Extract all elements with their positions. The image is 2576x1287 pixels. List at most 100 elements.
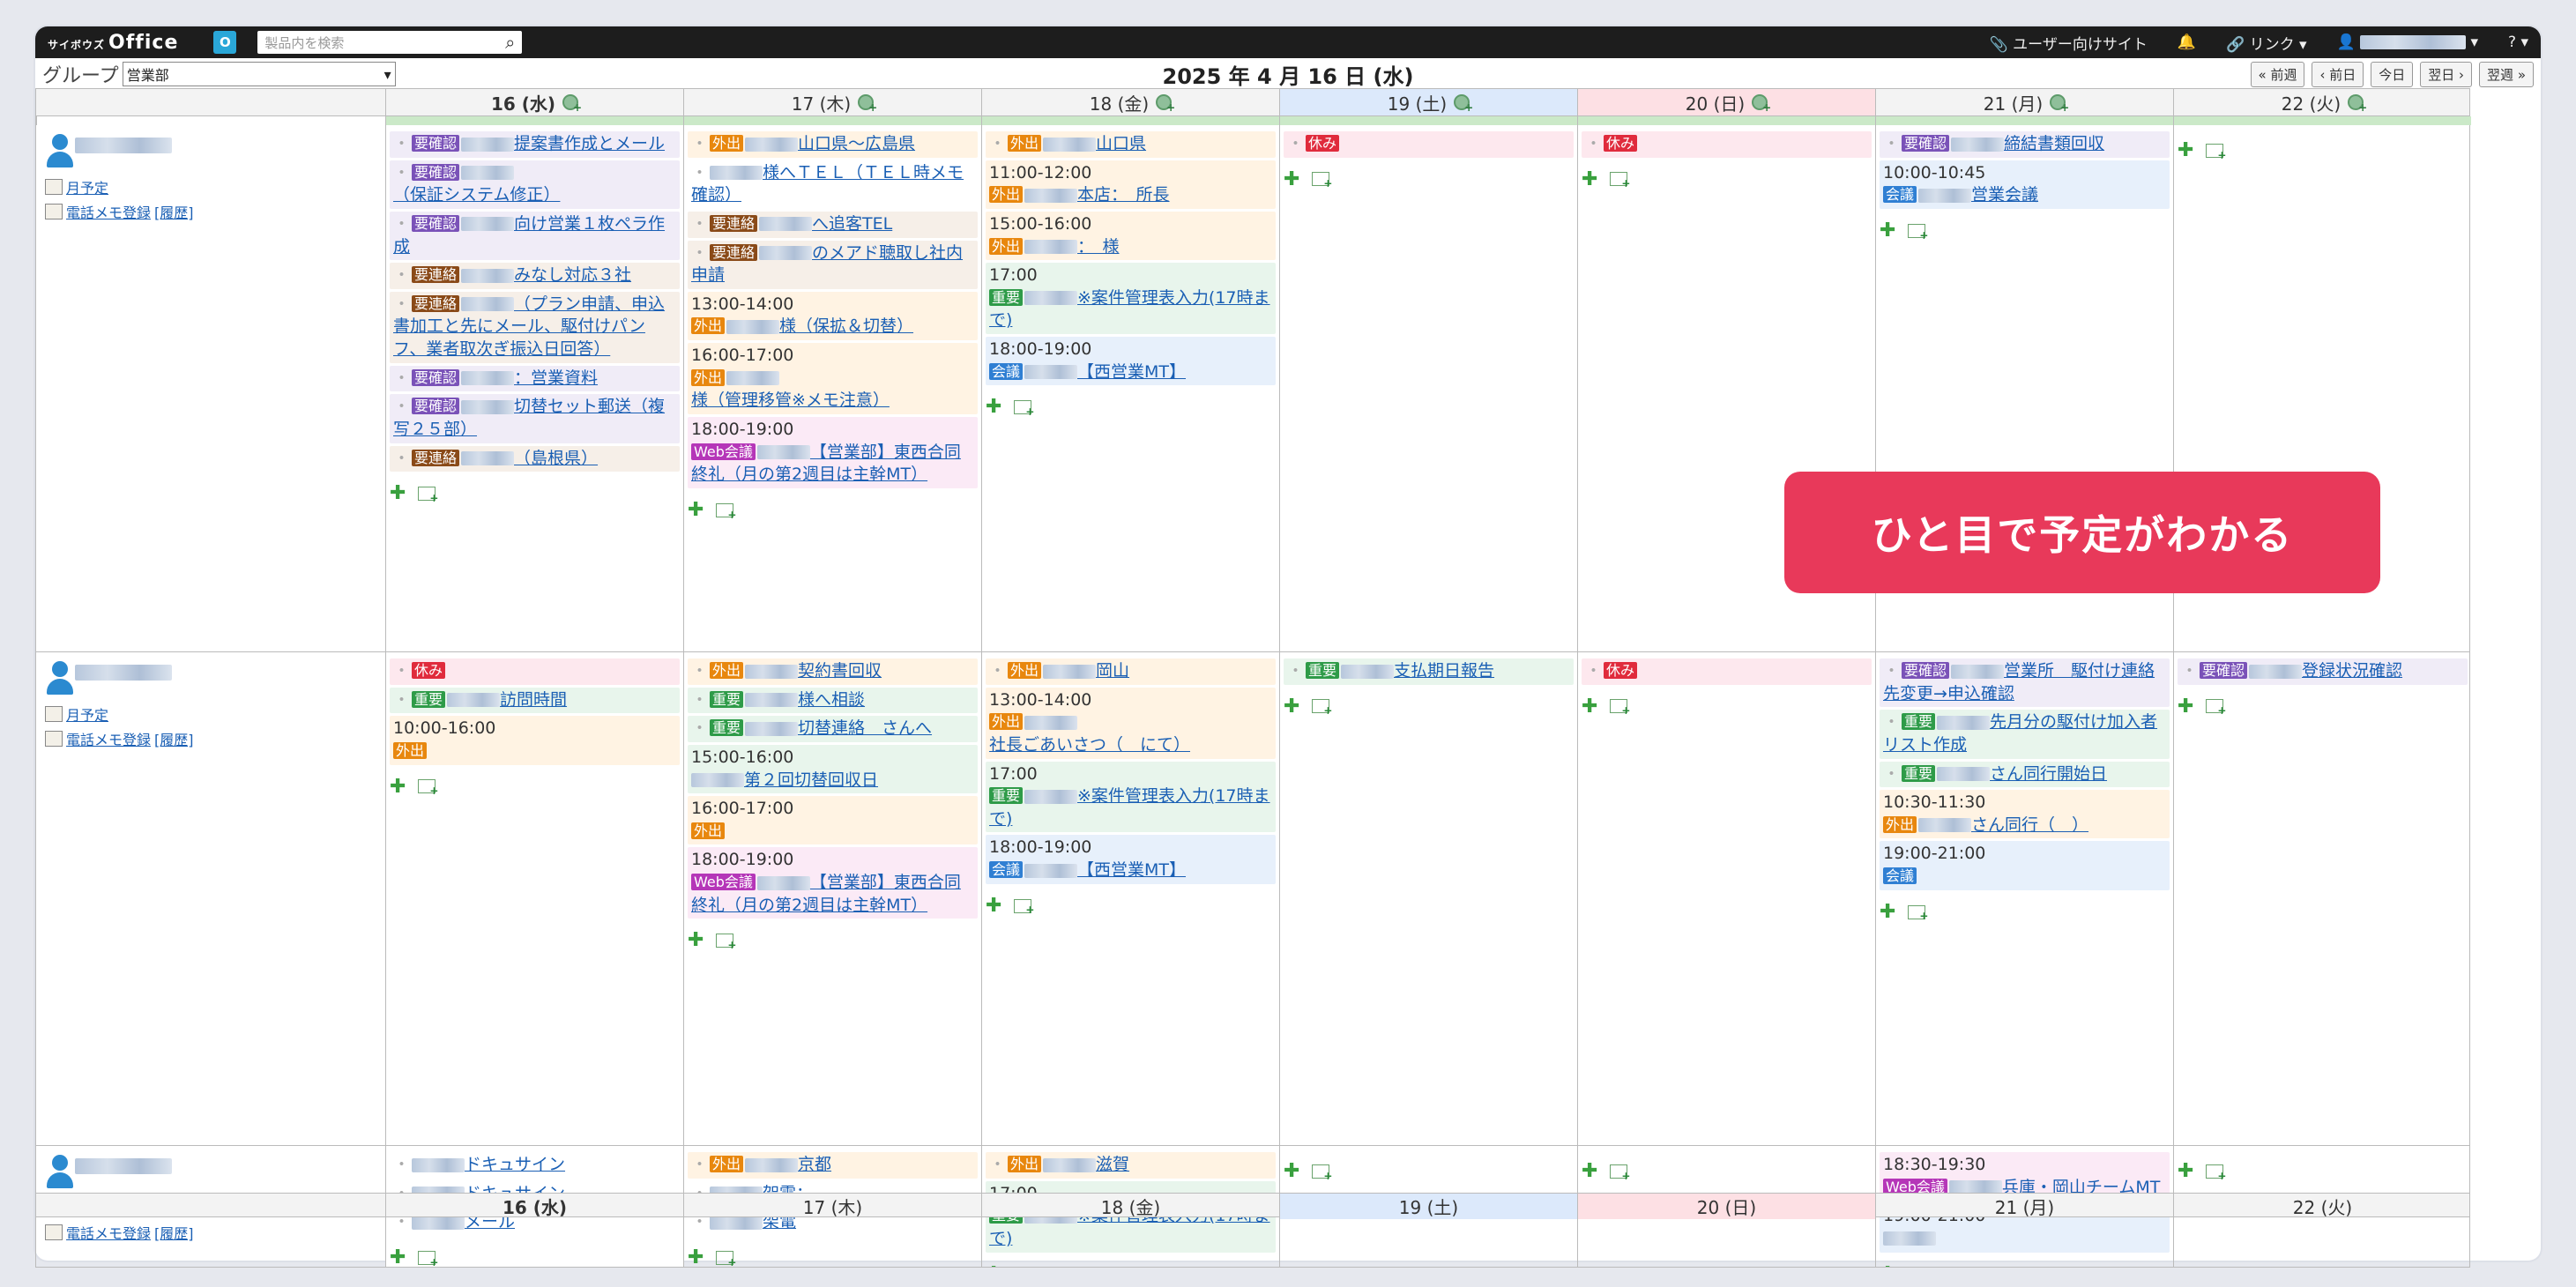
day-header-2[interactable]: 18 (金)	[981, 89, 1279, 115]
app-menu-icon[interactable]: O	[213, 31, 237, 54]
add-schedule-icon[interactable]: ✚	[390, 480, 406, 507]
add-repeat-icon[interactable]	[1312, 699, 1332, 718]
add-schedule-icon[interactable]: ✚	[986, 1261, 1001, 1267]
schedule-item[interactable]: ・外出 京都	[688, 1152, 978, 1179]
event-title-link[interactable]: 切替連絡 さんへ	[798, 718, 932, 738]
add-schedule-icon[interactable]: ✚	[1582, 1158, 1597, 1185]
add-repeat-icon[interactable]	[2206, 699, 2226, 718]
schedule-item[interactable]: ・休み	[1582, 658, 1872, 685]
event-title-link[interactable]: ： 様	[1077, 237, 1120, 257]
search-input[interactable]: 製品内を検索 ⌕	[257, 31, 523, 54]
day-header-2[interactable]: 18 (金)	[981, 1194, 1279, 1219]
avatar[interactable]	[45, 1155, 75, 1190]
day-header-6[interactable]: 22 (火)	[2173, 89, 2471, 115]
phone-memo-link[interactable]: 電話メモ登録 [履歴]	[45, 201, 376, 222]
schedule-item[interactable]: ・要連絡 （プラン申請、申込書加工と先にメール、駆付けパンフ、業者取次ぎ振込日回答…	[390, 291, 680, 363]
schedule-item[interactable]: ・様へＴＥＬ（ＴＥＬ時メモ確認）	[688, 160, 978, 209]
day-header-1[interactable]: 17 (木)	[683, 1194, 981, 1219]
day-header-5[interactable]: 21 (月)	[1875, 89, 2173, 115]
add-schedule-clock-icon[interactable]	[1156, 94, 1175, 114]
event-title-link[interactable]: 京都	[798, 1155, 831, 1174]
schedule-item[interactable]: ・要確認 （保証システム修正）	[390, 160, 680, 209]
add-schedule-clock-icon[interactable]	[858, 94, 877, 114]
monthly-link[interactable]: 月予定	[45, 703, 376, 725]
day-header-4[interactable]: 20 (日)	[1577, 1194, 1875, 1219]
add-schedule-icon[interactable]: ✚	[1284, 1158, 1299, 1185]
event-title-link[interactable]: 山口県～広島県	[798, 134, 915, 153]
schedule-item[interactable]: ・休み	[390, 658, 680, 685]
history-link[interactable]: [履歴]	[154, 728, 194, 749]
event-title-link[interactable]: 締結書類回収	[2004, 134, 2104, 153]
add-schedule-icon[interactable]: ✚	[1284, 167, 1299, 193]
add-schedule-clock-icon[interactable]	[1752, 94, 1771, 114]
event-title-link[interactable]: 様（管理移管※メモ注意）	[691, 391, 890, 410]
event-title-link[interactable]: （島根県）	[514, 449, 598, 468]
user-menu[interactable]: 👤 ▾	[2337, 33, 2479, 51]
add-repeat-icon[interactable]	[1908, 223, 1928, 242]
add-repeat-icon[interactable]	[1014, 898, 1034, 918]
event-title-link[interactable]: 滋賀	[1096, 1155, 1129, 1174]
day-header-0[interactable]: 16 (水)	[385, 89, 683, 115]
event-title-link[interactable]: 様へ相談	[798, 690, 865, 710]
schedule-item[interactable]: ・外出 岡山	[986, 658, 1276, 685]
schedule-item[interactable]: 17:00重要※案件管理表入力(17時まで)	[986, 263, 1276, 335]
history-link[interactable]: [履歴]	[154, 1222, 194, 1243]
links-menu[interactable]: 🔗 リンク ▾	[2226, 32, 2307, 54]
schedule-item[interactable]: ・要連絡 （島根県）	[390, 445, 680, 472]
add-schedule-icon[interactable]: ✚	[1284, 694, 1299, 720]
schedule-item[interactable]: ・要確認 ：営業資料	[390, 365, 680, 392]
add-repeat-icon[interactable]	[418, 779, 438, 798]
search-icon[interactable]: ⌕	[505, 32, 515, 53]
user-name-blurred[interactable]	[75, 665, 172, 681]
schedule-item[interactable]: ・要確認 営業所 駆付け連絡先変更→申込確認	[1880, 658, 2170, 708]
add-repeat-icon[interactable]	[716, 1250, 736, 1267]
day-header-5[interactable]: 21 (月)	[1875, 1194, 2173, 1219]
history-link[interactable]: [履歴]	[154, 201, 194, 222]
add-schedule-icon[interactable]: ✚	[688, 1245, 704, 1267]
event-title-link[interactable]: 登録状況確認	[2302, 661, 2402, 681]
event-title-link[interactable]: （保証システム修正）	[393, 185, 560, 205]
add-schedule-clock-icon[interactable]	[562, 94, 582, 114]
add-schedule-icon[interactable]: ✚	[986, 394, 1001, 420]
schedule-item[interactable]: ・要連絡 のメアド聴取し社内申請	[688, 240, 978, 289]
add-repeat-icon[interactable]	[2206, 1164, 2226, 1183]
add-repeat-icon[interactable]	[1312, 1164, 1332, 1183]
today-button[interactable]: 今日	[2371, 61, 2414, 87]
add-repeat-icon[interactable]	[716, 934, 736, 952]
event-title-link[interactable]: 様（保拡＆切替）	[779, 316, 913, 336]
event-title-link[interactable]: ：営業資料	[514, 368, 598, 388]
add-repeat-icon[interactable]	[1610, 1164, 1630, 1183]
phone-memo-link[interactable]: 電話メモ登録 [履歴]	[45, 728, 376, 749]
add-schedule-icon[interactable]: ✚	[1880, 218, 1895, 244]
schedule-item[interactable]: 10:00-10:45 会議 営業会議	[1880, 160, 2170, 209]
add-schedule-icon[interactable]: ✚	[1880, 899, 1895, 926]
add-repeat-icon[interactable]	[418, 1250, 438, 1267]
event-title-link[interactable]: ドキュサイン	[465, 1155, 565, 1174]
add-schedule-icon[interactable]: ✚	[2178, 694, 2193, 720]
add-schedule-icon[interactable]: ✚	[2178, 138, 2193, 164]
schedule-item[interactable]: ・休み	[1284, 131, 1574, 158]
schedule-item[interactable]: 10:00-16:00 外出	[390, 716, 680, 765]
user-site-link[interactable]: 📎 ユーザー向けサイト	[1990, 32, 2148, 54]
add-schedule-icon[interactable]: ✚	[1582, 694, 1597, 720]
event-title-link[interactable]: 【西営業MT】	[1077, 860, 1186, 880]
event-title-link[interactable]: 【西営業MT】	[1077, 362, 1186, 382]
schedule-item[interactable]: ・重要 支払期日報告	[1284, 658, 1574, 685]
event-title-link[interactable]: さん同行（ ）	[1971, 815, 2088, 835]
prev-day-button[interactable]: ‹ 前日	[2312, 61, 2364, 87]
day-header-3[interactable]: 19 (土)	[1279, 89, 1577, 115]
day-header-0[interactable]: 16 (水)	[385, 1194, 683, 1219]
avatar[interactable]	[45, 134, 75, 169]
add-schedule-icon[interactable]: ✚	[390, 1245, 406, 1267]
schedule-item[interactable]: ・重要 訪問時間	[390, 687, 680, 714]
add-repeat-icon[interactable]	[1610, 172, 1630, 190]
avatar[interactable]	[45, 661, 75, 696]
add-schedule-icon[interactable]: ✚	[1582, 167, 1597, 193]
schedule-item[interactable]: 15:00-16:00 外出 ： 様	[986, 211, 1276, 261]
schedule-item[interactable]: 13:00-14:00 外出 様（保拡＆切替）	[688, 291, 978, 341]
schedule-item[interactable]: ・要確認 締結書類回収	[1880, 131, 2170, 158]
event-title-link[interactable]: 訪問時間	[500, 690, 567, 710]
schedule-item[interactable]: ・要確認 切替セット郵送（複写２５部）	[390, 394, 680, 443]
schedule-item[interactable]: ・重要 切替連絡 さんへ	[688, 716, 978, 742]
day-header-6[interactable]: 22 (火)	[2173, 1194, 2471, 1219]
